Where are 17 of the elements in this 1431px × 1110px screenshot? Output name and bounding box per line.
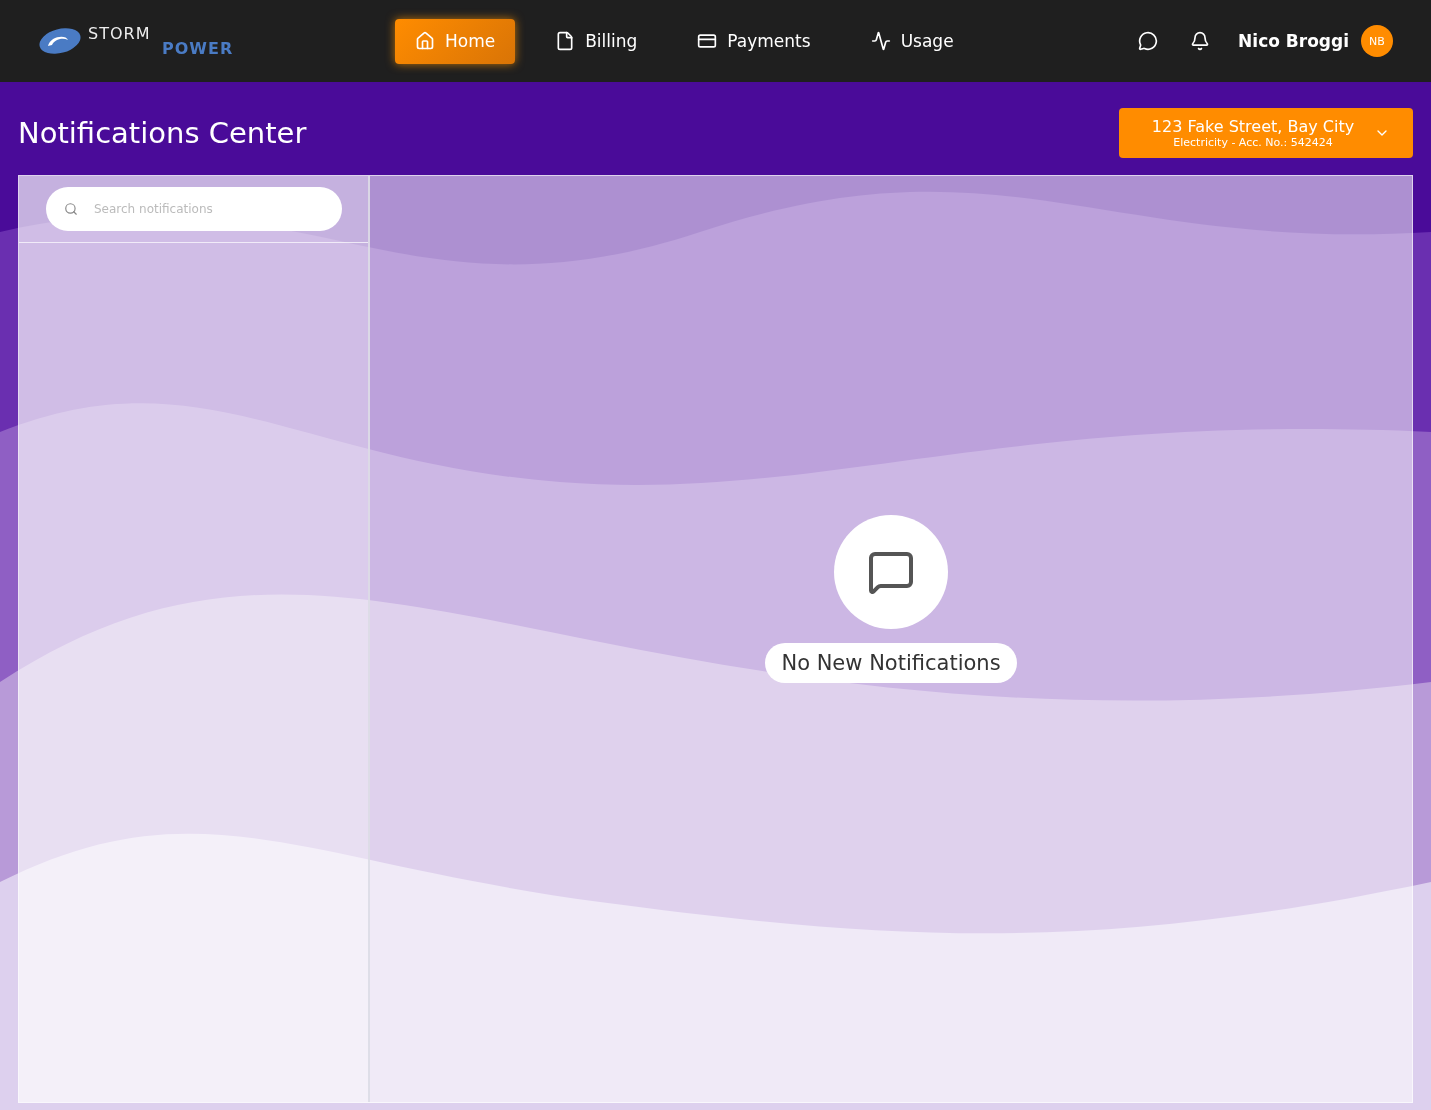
account-detail: Electricity - Acc. No.: 542424 (1173, 136, 1333, 149)
user-name[interactable]: Nico Broggi (1238, 31, 1349, 51)
page-title: Notifications Center (18, 116, 307, 150)
nav-tab[interactable]: Usage (850, 18, 974, 64)
account-address: 123 Fake Street, Bay City (1151, 117, 1355, 136)
search-icon (64, 202, 78, 216)
empty-message: No New Notifications (765, 643, 1017, 683)
logo-swirl-icon (38, 26, 82, 56)
logo-text: STORM (88, 26, 152, 41)
search-field[interactable]: Search notifications (46, 187, 342, 231)
nav-tab[interactable]: Payments (677, 18, 831, 64)
card-icon (697, 31, 718, 51)
document-icon (555, 31, 576, 51)
home-icon (415, 31, 435, 51)
logo-text: POWER (162, 41, 234, 56)
nav-tab[interactable]: Billing (535, 18, 658, 64)
pulse-icon (870, 31, 891, 51)
